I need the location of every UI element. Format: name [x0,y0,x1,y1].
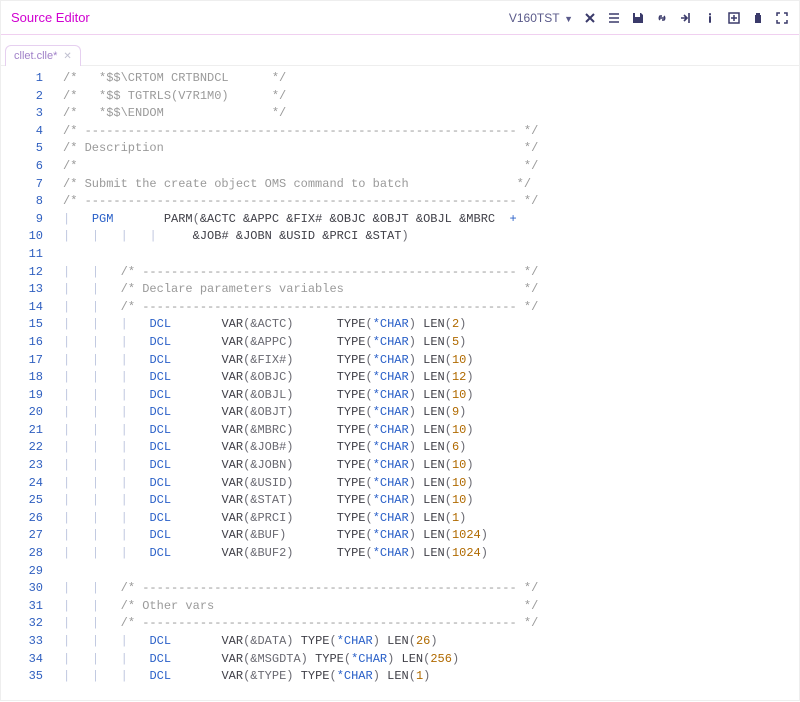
line-number: 23 [1,457,43,475]
code-line[interactable]: | | | | &JOB# &JOBN &USID &PRCI &STAT) [63,228,799,246]
tab-bar: cllet.clle* ✕ [1,35,799,65]
line-number: 7 [1,176,43,194]
header-right: V160TST ▼ [509,11,789,25]
line-number-gutter: 1234567891011121314151617181920212223242… [1,66,57,702]
code-line[interactable]: | PGM PARM(&ACTC &APPC &FIX# &OBJC &OBJT… [63,211,799,229]
code-line[interactable]: /* *$$\CRTOM CRTBNDCL */ [63,70,799,88]
code-line[interactable]: | | /* ---------------------------------… [63,264,799,282]
code-line[interactable]: | | | DCL VAR(&USID) TYPE(*CHAR) LEN(10) [63,475,799,493]
code-line[interactable]: /* */ [63,158,799,176]
line-number: 15 [1,316,43,334]
code-content[interactable]: /* *$$\CRTOM CRTBNDCL *//* *$$ TGTRLS(V7… [57,66,799,702]
code-line[interactable] [63,246,799,264]
code-line[interactable]: | | | DCL VAR(&TYPE) TYPE(*CHAR) LEN(1) [63,668,799,686]
code-line[interactable]: /* *$$ TGTRLS(V7R1M0) */ [63,88,799,106]
code-line[interactable]: | | /* ---------------------------------… [63,299,799,317]
line-number: 16 [1,334,43,352]
tab-cllet[interactable]: cllet.clle* ✕ [5,45,81,66]
editor-area: 1234567891011121314151617181920212223242… [1,65,799,702]
line-number: 27 [1,527,43,545]
line-number: 17 [1,352,43,370]
code-line[interactable]: | | /* Other vars */ [63,598,799,616]
line-number: 35 [1,668,43,686]
line-number: 5 [1,140,43,158]
code-line[interactable]: | | | DCL VAR(&OBJC) TYPE(*CHAR) LEN(12) [63,369,799,387]
line-number: 21 [1,422,43,440]
line-number: 10 [1,228,43,246]
line-number: 2 [1,88,43,106]
trash-icon[interactable] [751,11,765,25]
code-line[interactable]: /* -------------------------------------… [63,193,799,211]
chevron-down-icon: ▼ [562,14,573,24]
line-number: 31 [1,598,43,616]
line-number: 12 [1,264,43,282]
code-line[interactable]: | | | DCL VAR(&OBJT) TYPE(*CHAR) LEN(9) [63,404,799,422]
line-number: 33 [1,633,43,651]
expand-icon[interactable] [775,11,789,25]
line-number: 11 [1,246,43,264]
code-line[interactable] [63,563,799,581]
code-line[interactable]: | | /* ---------------------------------… [63,615,799,633]
line-number: 29 [1,563,43,581]
line-number: 28 [1,545,43,563]
indent-icon[interactable] [679,11,693,25]
code-line[interactable]: | | | DCL VAR(&MBRC) TYPE(*CHAR) LEN(10) [63,422,799,440]
line-number: 18 [1,369,43,387]
menu-icon[interactable] [607,11,621,25]
toolbar [583,11,789,25]
code-line[interactable]: /* Description */ [63,140,799,158]
tab-label: cllet.clle* [14,50,57,62]
code-line[interactable]: /* -------------------------------------… [63,123,799,141]
code-line[interactable]: | | | DCL VAR(&ACTC) TYPE(*CHAR) LEN(2) [63,316,799,334]
page-title: Source Editor [11,10,90,25]
code-line[interactable]: | | | DCL VAR(&PRCI) TYPE(*CHAR) LEN(1) [63,510,799,528]
code-line[interactable]: | | /* Declare parameters variables */ [63,281,799,299]
save-icon[interactable] [631,11,645,25]
code-line[interactable]: | | | DCL VAR(&BUF) TYPE(*CHAR) LEN(1024… [63,527,799,545]
link-icon[interactable] [655,11,669,25]
server-label: V160TST [509,11,560,25]
line-number: 13 [1,281,43,299]
code-line[interactable]: /* *$$\ENDOM */ [63,105,799,123]
line-number: 32 [1,615,43,633]
line-number: 14 [1,299,43,317]
line-number: 25 [1,492,43,510]
code-line[interactable]: | | | DCL VAR(&DATA) TYPE(*CHAR) LEN(26) [63,633,799,651]
line-number: 30 [1,580,43,598]
line-number: 9 [1,211,43,229]
line-number: 8 [1,193,43,211]
line-number: 4 [1,123,43,141]
plus-box-icon[interactable] [727,11,741,25]
line-number: 26 [1,510,43,528]
code-line[interactable]: | | | DCL VAR(&STAT) TYPE(*CHAR) LEN(10) [63,492,799,510]
header: Source Editor V160TST ▼ [1,1,799,35]
code-line[interactable]: | | | DCL VAR(&MSGDTA) TYPE(*CHAR) LEN(2… [63,651,799,669]
code-line[interactable]: | | /* ---------------------------------… [63,580,799,598]
line-number: 1 [1,70,43,88]
server-dropdown[interactable]: V160TST ▼ [509,11,573,25]
code-line[interactable]: | | | DCL VAR(&JOB#) TYPE(*CHAR) LEN(6) [63,439,799,457]
tab-close-icon[interactable]: ✕ [63,51,71,62]
line-number: 19 [1,387,43,405]
line-number: 24 [1,475,43,493]
code-line[interactable]: | | | DCL VAR(&OBJL) TYPE(*CHAR) LEN(10) [63,387,799,405]
code-line[interactable]: | | | DCL VAR(&FIX#) TYPE(*CHAR) LEN(10) [63,352,799,370]
info-icon[interactable] [703,11,717,25]
code-line[interactable]: /* Submit the create object OMS command … [63,176,799,194]
line-number: 3 [1,105,43,123]
line-number: 22 [1,439,43,457]
line-number: 20 [1,404,43,422]
code-line[interactable]: | | | DCL VAR(&JOBN) TYPE(*CHAR) LEN(10) [63,457,799,475]
line-number: 6 [1,158,43,176]
close-icon[interactable] [583,11,597,25]
code-line[interactable]: | | | DCL VAR(&BUF2) TYPE(*CHAR) LEN(102… [63,545,799,563]
line-number: 34 [1,651,43,669]
code-line[interactable]: | | | DCL VAR(&APPC) TYPE(*CHAR) LEN(5) [63,334,799,352]
